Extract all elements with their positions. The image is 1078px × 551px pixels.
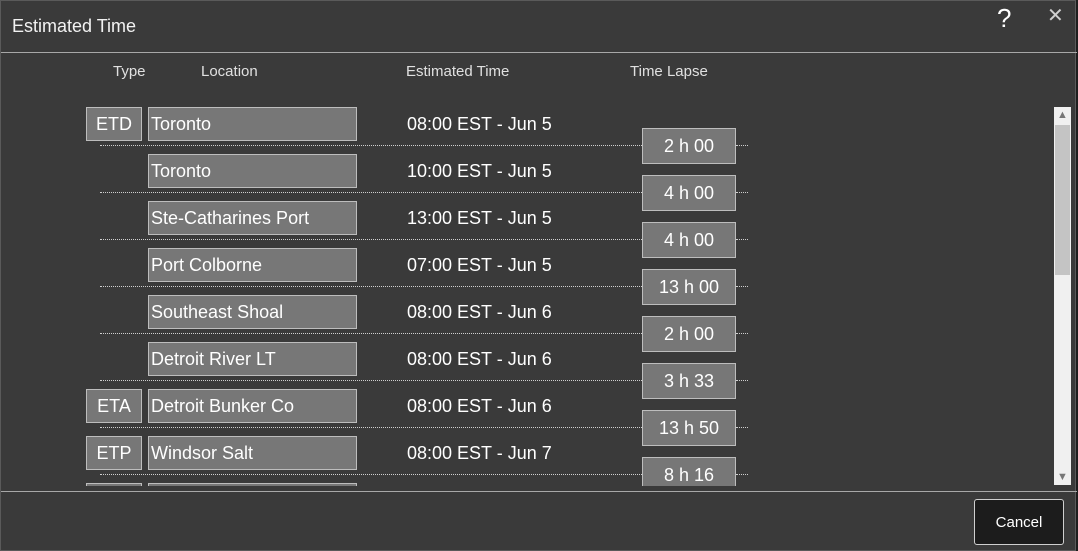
column-header-time-lapse: Time Lapse <box>630 63 708 80</box>
estimated-time-value: 08:00 EST - Jun 5 <box>407 114 552 134</box>
row-separator <box>100 286 642 287</box>
list-item <box>1 477 1051 486</box>
estimated-time-value: 08:00 EST - Jun 6 <box>407 302 552 322</box>
location-field[interactable] <box>148 483 357 486</box>
time-lapse-field[interactable]: 8 h 16 <box>642 457 736 486</box>
vertical-scrollbar[interactable]: ▲ ▼ <box>1054 107 1071 485</box>
estimated-time-dialog: Estimated Time ? ✕ Type Location Estimat… <box>0 0 1077 551</box>
estimate-list: ETD Toronto 08:00 EST - Jun 5 Toronto 10:00 … <box>1 101 1051 486</box>
estimated-time-value: 08:00 EST - Jun 6 <box>407 396 552 416</box>
lapse-connector <box>736 427 748 428</box>
list-item: Toronto 10:00 EST - Jun 5 <box>1 148 1051 195</box>
list-item: Port Colborne 07:00 EST - Jun 5 <box>1 242 1051 289</box>
lapse-connector <box>736 333 748 334</box>
dialog-title: Estimated Time <box>12 16 137 36</box>
row-separator <box>100 380 642 381</box>
column-header-type: Type <box>113 63 146 80</box>
column-header-estimated-time: Estimated Time <box>406 63 510 80</box>
lapse-connector <box>736 239 748 240</box>
estimated-time-value: 08:00 EST - Jun 6 <box>407 349 552 369</box>
time-lapse-field[interactable]: 13 h 00 <box>642 269 736 305</box>
location-field[interactable]: Toronto <box>148 154 357 188</box>
scroll-up-icon[interactable]: ▲ <box>1054 109 1071 121</box>
list-item: Detroit River LT 08:00 EST - Jun 6 <box>1 336 1051 383</box>
list-item: ETA Detroit Bunker Co 08:00 EST - Jun 6 <box>1 383 1051 430</box>
estimated-time-value: 07:00 EST - Jun 5 <box>407 255 552 275</box>
list-item: Ste-Catharines Port 13:00 EST - Jun 5 <box>1 195 1051 242</box>
list-item: Southeast Shoal 08:00 EST - Jun 6 <box>1 289 1051 336</box>
scrollbar-thumb[interactable] <box>1055 125 1070 275</box>
time-lapse-field[interactable]: 2 h 00 <box>642 128 736 164</box>
column-header-location: Location <box>201 63 258 80</box>
row-separator <box>100 474 642 475</box>
time-lapse-field[interactable]: 4 h 00 <box>642 175 736 211</box>
estimated-time-value: 08:00 EST - Jun 7 <box>407 443 552 463</box>
cancel-button[interactable]: Cancel <box>974 499 1064 545</box>
location-field[interactable]: Port Colborne <box>148 248 357 282</box>
help-icon[interactable]: ? <box>997 3 1011 34</box>
time-lapse-field[interactable]: 13 h 50 <box>642 410 736 446</box>
header-divider <box>1 52 1077 53</box>
lapse-connector <box>736 380 748 381</box>
location-field[interactable]: Southeast Shoal <box>148 295 357 329</box>
row-separator <box>100 239 642 240</box>
type-button[interactable]: ETA <box>86 389 142 423</box>
estimated-time-value: 13:00 EST - Jun 5 <box>407 208 552 228</box>
estimated-time-value: 10:00 EST - Jun 5 <box>407 161 552 181</box>
time-lapse-field[interactable]: 3 h 33 <box>642 363 736 399</box>
location-field[interactable]: Detroit Bunker Co <box>148 389 357 423</box>
time-lapse-field[interactable]: 2 h 00 <box>642 316 736 352</box>
location-field[interactable]: Detroit River LT <box>148 342 357 376</box>
row-separator <box>100 427 642 428</box>
footer-divider <box>1 491 1077 492</box>
close-icon[interactable]: ✕ <box>1047 3 1064 28</box>
row-separator <box>100 333 642 334</box>
time-lapse-field[interactable]: 4 h 00 <box>642 222 736 258</box>
location-field[interactable]: Toronto <box>148 107 357 141</box>
lapse-connector <box>736 192 748 193</box>
lapse-connector <box>736 286 748 287</box>
row-separator <box>100 145 642 146</box>
location-field[interactable]: Windsor Salt <box>148 436 357 470</box>
row-separator <box>100 192 642 193</box>
type-button[interactable]: ETP <box>86 436 142 470</box>
scroll-down-icon[interactable]: ▼ <box>1054 471 1071 483</box>
list-item: ETP Windsor Salt 08:00 EST - Jun 7 <box>1 430 1051 477</box>
lapse-connector <box>736 474 748 475</box>
type-button[interactable] <box>86 483 142 486</box>
location-field[interactable]: Ste-Catharines Port <box>148 201 357 235</box>
lapse-connector <box>736 145 748 146</box>
list-item: ETD Toronto 08:00 EST - Jun 5 <box>1 101 1051 148</box>
type-button[interactable]: ETD <box>86 107 142 141</box>
